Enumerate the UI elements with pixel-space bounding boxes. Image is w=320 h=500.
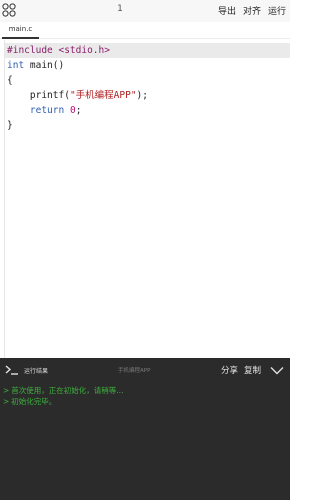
return-keyword: return — [29, 105, 65, 116]
statement-end: ); — [136, 90, 148, 101]
console-text: 初始化完毕。 — [11, 397, 57, 406]
copy-button[interactable]: 复制 — [244, 364, 261, 376]
type-keyword: int — [7, 60, 25, 71]
grid-menu-icon[interactable] — [2, 3, 16, 17]
panel-watermark-text: 手机编程APP — [118, 368, 151, 374]
run-button[interactable]: 运行 — [268, 4, 286, 17]
include-header: <stdio.h> — [52, 45, 110, 56]
console-line-2: > 初始化完毕。 — [3, 396, 56, 407]
editor-gutter — [4, 40, 5, 358]
printf-call: printf( — [29, 90, 70, 101]
top-toolbar: 1 导出 对齐 运行 — [0, 0, 290, 22]
code-line-1[interactable]: #include <stdio.h> — [5, 43, 290, 58]
code-line-4[interactable]: printf("手机编程APP"); — [7, 88, 148, 103]
output-panel-header: 运行结果 手机编程APP 分享 复制 — [0, 358, 290, 382]
close-brace: } — [7, 120, 13, 131]
line-number-indicator: 1 — [117, 4, 123, 14]
prompt-symbol: > — [3, 397, 10, 406]
export-button[interactable]: 导出 — [218, 4, 236, 17]
chevron-down-icon[interactable] — [270, 366, 284, 375]
preprocessor-directive: #include — [7, 45, 53, 56]
console-text: 首次使用，正在初始化，请稍等... — [11, 386, 124, 395]
output-console[interactable]: > 首次使用，正在初始化，请稍等... > 初始化完毕。 — [0, 382, 290, 500]
panel-actions: 分享 复制 — [221, 364, 261, 376]
code-line-3[interactable]: { — [7, 73, 13, 88]
share-button[interactable]: 分享 — [221, 364, 238, 376]
code-line-2[interactable]: int main() — [7, 58, 64, 73]
prompt-symbol: > — [3, 386, 10, 395]
string-literal: "手机编程APP" — [69, 90, 137, 101]
code-line-6[interactable]: } — [7, 118, 13, 133]
tab-main-c[interactable]: main.c — [2, 22, 39, 39]
toolbar-actions: 导出 对齐 运行 — [218, 4, 286, 17]
function-signature: main() — [24, 60, 65, 71]
align-button[interactable]: 对齐 — [243, 4, 261, 17]
console-line-1: > 首次使用，正在初始化，请稍等... — [3, 385, 123, 396]
open-brace: { — [7, 75, 13, 86]
code-line-5[interactable]: return 0; — [7, 103, 82, 118]
file-tab-strip: main.c — [0, 22, 290, 39]
output-panel-title: 运行结果 — [24, 368, 49, 375]
statement-end: ; — [75, 105, 82, 116]
terminal-icon — [5, 365, 18, 375]
code-editor[interactable]: #include <stdio.h> int main() { printf("… — [0, 40, 290, 358]
